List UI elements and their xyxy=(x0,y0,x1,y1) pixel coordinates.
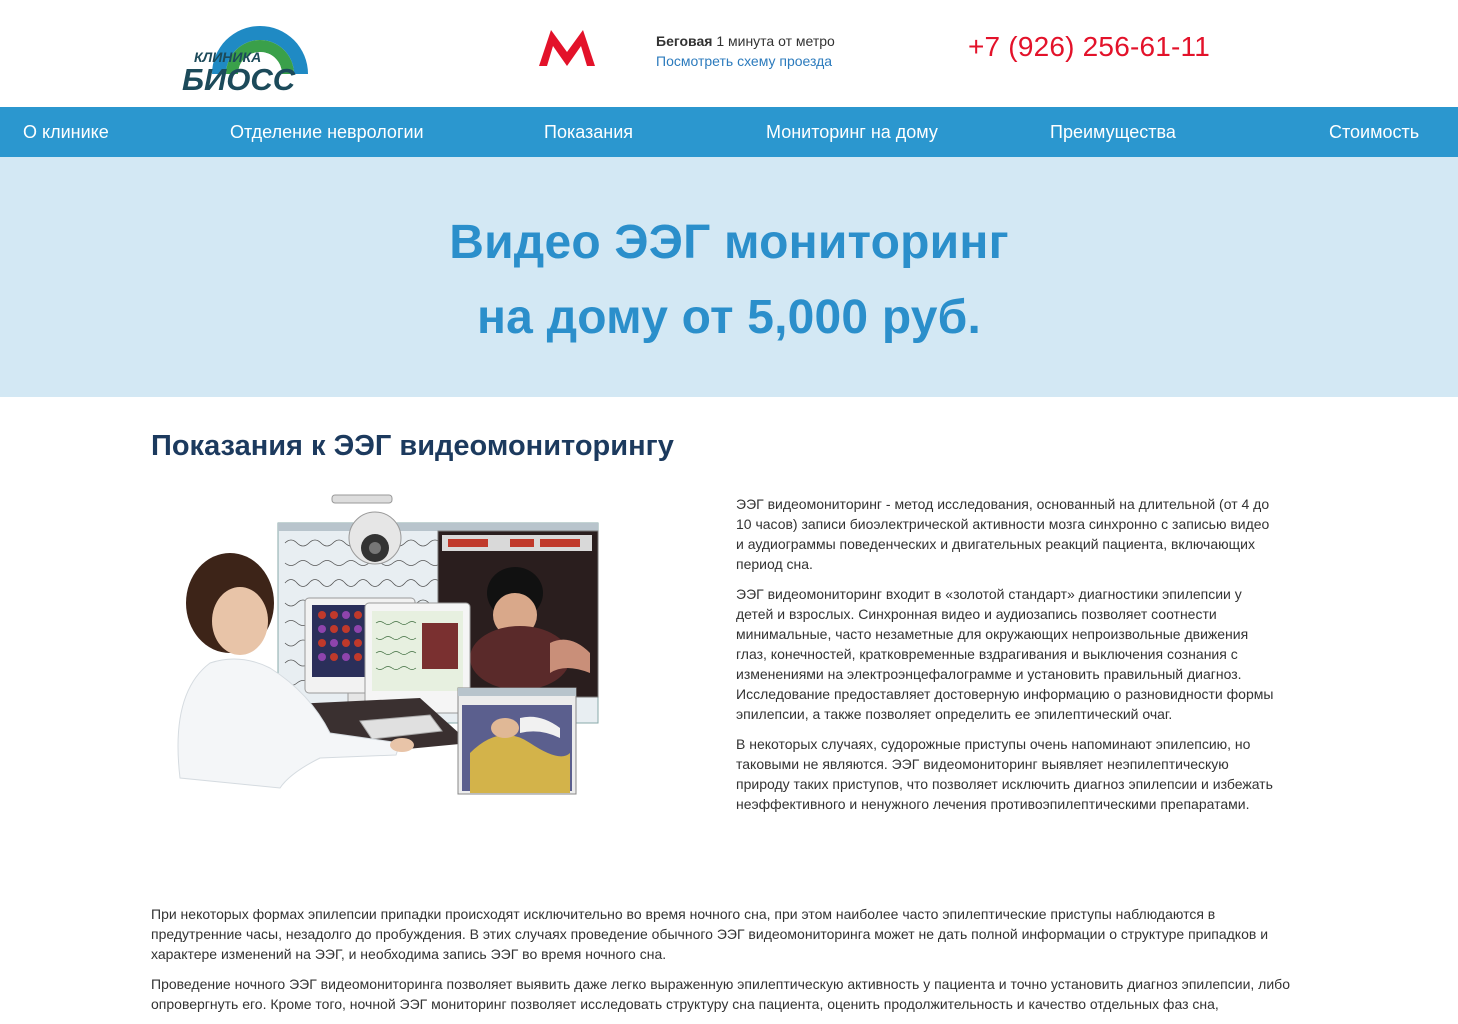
phone-number[interactable]: +7 (926) 256-61-11 xyxy=(968,31,1210,63)
metro-station-line: Беговая 1 минута от метро xyxy=(656,31,835,51)
svg-text:БИОСС: БИОСС xyxy=(182,62,296,92)
eeg-monitoring-illustration xyxy=(177,494,599,795)
bottom-text: При некоторых формах эпилепсии припадки … xyxy=(151,904,1301,1024)
nav-item-home-monitoring[interactable]: Мониторинг на дому xyxy=(766,107,938,157)
metro-distance: 1 минута от метро xyxy=(716,33,835,49)
hero-title-line2: на дому от 5,000 руб. xyxy=(476,291,982,344)
section-title: Показания к ЭЭГ видеомониторингу xyxy=(151,430,674,462)
metro-icon xyxy=(539,30,595,66)
nav-item-indications[interactable]: Показания xyxy=(544,107,633,157)
metro-station: Беговая xyxy=(656,33,713,49)
metro-info: Беговая 1 минута от метро Посмотреть схе… xyxy=(656,31,835,71)
paragraph: ЭЭГ видеомониторинг - метод исследования… xyxy=(736,496,1270,572)
hero-title-line1: Видео ЭЭГ мониторинг xyxy=(449,216,1009,269)
clinic-logo[interactable]: КЛИНИКА БИОСС xyxy=(182,18,338,92)
nav-item-neurology[interactable]: Отделение неврологии xyxy=(230,107,424,157)
hero-banner: Видео ЭЭГ мониторинг на дому от 5,000 ру… xyxy=(0,157,1458,397)
main-text-column: ЭЭГ видеомониторинг - метод исследования… xyxy=(736,494,1276,824)
main-nav: О клинике Отделение неврологии Показания… xyxy=(0,107,1458,157)
paragraph: ЭЭГ видеомониторинг входит в «золотой ст… xyxy=(736,586,1274,722)
nav-item-about[interactable]: О клинике xyxy=(23,107,109,157)
header: КЛИНИКА БИОСС Беговая 1 минута от метро … xyxy=(0,0,1458,107)
paragraph: В некоторых случаях, судорожные приступы… xyxy=(736,736,1273,812)
paragraph: При некоторых формах эпилепсии припадки … xyxy=(151,906,1269,962)
paragraph: Проведение ночного ЭЭГ видеомониторинга … xyxy=(151,976,1290,1012)
nav-item-price[interactable]: Стоимость xyxy=(1329,107,1419,157)
nav-item-advantages[interactable]: Преимущества xyxy=(1050,107,1176,157)
route-map-link[interactable]: Посмотреть схему проезда xyxy=(656,51,832,71)
